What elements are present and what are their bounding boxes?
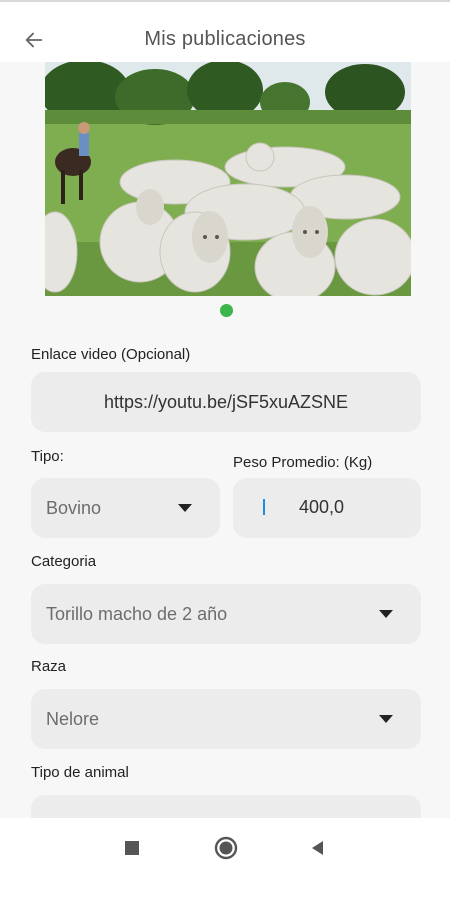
peso-label: Peso Promedio: (Kg) [233,454,373,471]
gallery-indicator-dot[interactable] [220,304,233,317]
video-link-label: Enlace video (Opcional) [31,346,191,363]
triangle-back-icon [312,841,323,855]
raza-label: Raza [31,658,67,675]
tipo-dropdown[interactable]: Bovino [31,478,220,538]
app-bar: Mis publicaciones [0,2,450,62]
raza-dropdown[interactable]: Nelore [31,689,421,749]
tipo-animal-label: Tipo de animal [31,764,129,781]
chevron-down-icon [379,715,393,723]
chevron-down-icon [379,610,393,618]
home-button[interactable] [213,835,239,861]
circle-icon [214,836,238,860]
video-link-field[interactable]: https://youtu.be/jSF5xuAZSNE [31,372,421,432]
cattle-photo[interactable] [45,62,411,296]
publication-form: Enlace video (Opcional) https://youtu.be… [0,62,450,818]
square-icon [125,841,139,855]
tipo-label: Tipo: [31,448,64,465]
page-title: Mis publicaciones [144,28,306,50]
chevron-down-icon [178,504,192,512]
nav-back-button[interactable] [308,838,328,858]
peso-value: 400,0 [299,497,345,517]
categoria-dropdown[interactable]: Torillo macho de 2 año [31,584,421,644]
peso-input[interactable]: 400,0 [233,478,421,538]
system-nav-bar [0,818,450,900]
raza-value: Nelore [46,708,100,729]
text-cursor [263,499,265,515]
video-link-value: https://youtu.be/jSF5xuAZSNE [103,391,349,412]
tipo-value: Bovino [46,497,102,518]
categoria-label: Categoria [31,553,97,570]
categoria-value: Torillo macho de 2 año [46,603,228,624]
recents-button[interactable] [122,838,142,858]
tipo-animal-dropdown[interactable] [31,795,421,818]
